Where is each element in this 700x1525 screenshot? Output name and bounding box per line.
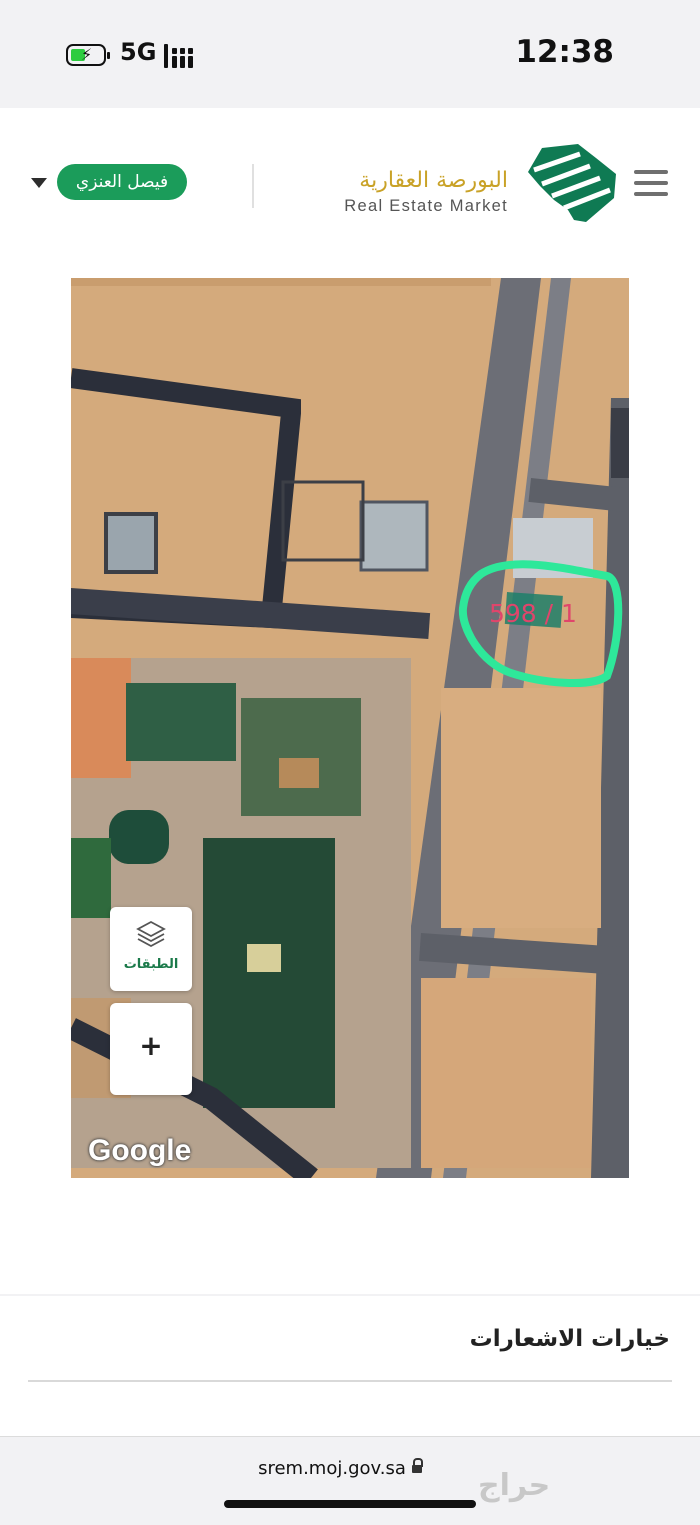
watermark: حراج	[478, 1468, 551, 1503]
home-indicator[interactable]	[224, 1500, 476, 1508]
layers-button[interactable]: الطبقات	[110, 907, 192, 991]
bolt-icon: ⚡	[81, 45, 93, 64]
battery-charging-icon: ⚡	[66, 44, 110, 66]
plus-icon: +	[139, 1029, 163, 1062]
clock: 12:38	[515, 34, 614, 70]
google-attribution: Google	[88, 1134, 192, 1167]
section-divider	[28, 1380, 672, 1382]
layers-icon	[136, 920, 166, 948]
chevron-down-icon[interactable]	[31, 178, 47, 188]
network-type: 5G	[120, 38, 157, 66]
header-divider	[252, 164, 254, 208]
parcel-label[interactable]: 598 / 1	[489, 599, 577, 628]
logo-icon[interactable]	[520, 140, 620, 226]
browser-url-bar[interactable]	[0, 1436, 700, 1525]
brand-name-arabic: البورصة العقارية	[359, 168, 508, 193]
menu-icon[interactable]	[634, 168, 668, 198]
url-display[interactable]: srem.moj.gov.sa	[0, 1458, 680, 1479]
brand-name-english: Real Estate Market	[344, 197, 508, 215]
url-text: srem.moj.gov.sa	[258, 1458, 406, 1479]
zoom-in-button[interactable]: +	[110, 1003, 192, 1095]
notifications-title[interactable]: خيارات الاشعارات	[470, 1326, 670, 1352]
notifications-section	[0, 1296, 700, 1436]
lock-icon	[411, 1458, 423, 1473]
user-account-button[interactable]: فيصل العنزي	[57, 164, 187, 200]
layers-label: الطبقات	[123, 957, 179, 972]
signal-icon	[164, 44, 200, 68]
